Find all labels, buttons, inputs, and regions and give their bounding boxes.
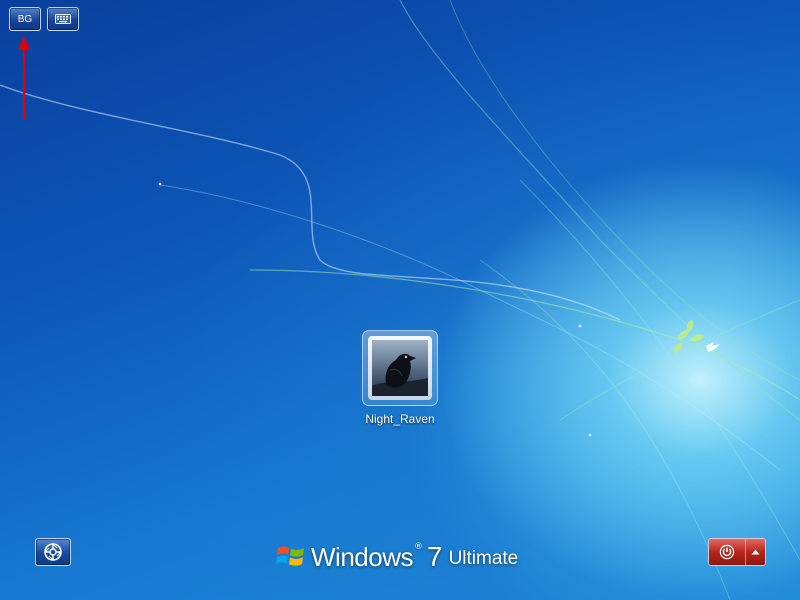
user-tile[interactable]: Night_Raven	[352, 330, 448, 426]
brand-version: 7	[426, 541, 443, 572]
raven-avatar	[372, 340, 428, 396]
windows-logo-icon	[276, 546, 304, 566]
language-button[interactable]: BG	[9, 7, 41, 31]
user-tile-frame	[362, 330, 438, 406]
language-label: BG	[17, 13, 33, 25]
power-button-group	[708, 538, 766, 566]
user-name: Night_Raven	[365, 412, 435, 426]
triangle-up-icon	[751, 549, 760, 555]
logon-screen: BG Night_Raven Windows ® 7 Ultimate	[0, 0, 800, 600]
ease-of-access-icon	[44, 543, 62, 561]
brand-word: Windows	[311, 542, 413, 572]
user-picture-border	[368, 336, 432, 400]
shutdown-options-button[interactable]	[746, 539, 765, 565]
power-icon	[719, 544, 735, 560]
windows-branding: Windows ® 7 Ultimate	[276, 538, 518, 572]
wallpaper-streaks	[0, 0, 800, 600]
on-screen-keyboard-button[interactable]	[47, 7, 79, 31]
brand-edition: Ultimate	[448, 548, 519, 569]
shutdown-button[interactable]	[709, 539, 746, 565]
registered-mark: ®	[413, 542, 423, 552]
annotation-arrow	[18, 36, 30, 120]
keyboard-icon	[55, 14, 71, 24]
ease-of-access-button[interactable]	[35, 538, 71, 566]
